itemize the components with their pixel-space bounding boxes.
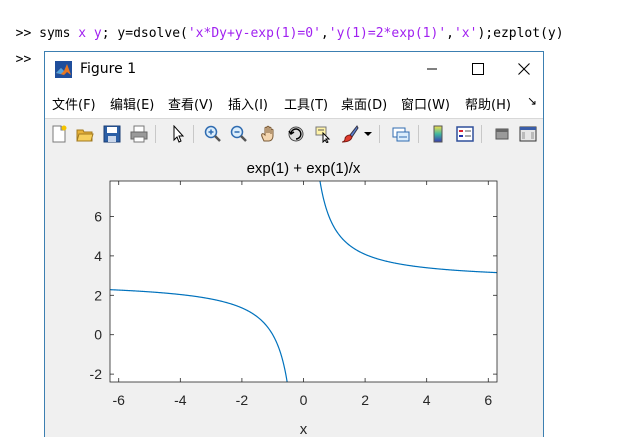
- close-icon: [518, 63, 530, 75]
- toolbar-separator: [481, 125, 482, 143]
- menu-window[interactable]: 窗口(W): [401, 94, 450, 113]
- y-tick-label: -2: [90, 366, 103, 382]
- menu-edit[interactable]: 编辑(E): [110, 94, 154, 113]
- command-line-2[interactable]: >>: [0, 33, 32, 69]
- print-icon[interactable]: [128, 123, 150, 145]
- figure-toolbar: [45, 118, 543, 150]
- x-tick-label: 0: [300, 392, 308, 408]
- zoom-out-icon[interactable]: [228, 123, 250, 145]
- command-line-1: >> syms x y; y=dsolve('x*Dy+y-exp(1)=0',…: [0, 7, 564, 43]
- x-axis-label: x: [300, 421, 308, 437]
- command-text: );ezplot(y): [477, 26, 564, 41]
- brush-dropdown-icon[interactable]: [363, 123, 373, 145]
- rotate-3d-icon[interactable]: [285, 123, 307, 145]
- chart-title: exp(1) + exp(1)/x: [247, 160, 361, 177]
- x-tick-label: -6: [112, 392, 125, 408]
- x-tick-label: 2: [361, 392, 369, 408]
- legend-icon[interactable]: [454, 123, 476, 145]
- prompt: >>: [15, 52, 32, 67]
- menu-insert[interactable]: 插入(I): [228, 94, 268, 113]
- pointer-icon[interactable]: [167, 123, 189, 145]
- new-figure-icon[interactable]: [48, 123, 70, 145]
- toolbar-separator: [418, 125, 419, 143]
- menu-file[interactable]: 文件(F): [52, 94, 96, 113]
- figure-titlebar[interactable]: Figure 1: [45, 52, 543, 86]
- command-text: ,: [320, 26, 329, 41]
- command-vars: x y: [78, 26, 102, 41]
- toolbar-separator: [155, 125, 156, 143]
- matlab-logo-icon: [55, 61, 72, 78]
- menu-help[interactable]: 帮助(H): [465, 94, 511, 113]
- minimize-button[interactable]: [409, 56, 455, 82]
- brush-icon[interactable]: [339, 123, 361, 145]
- plot-canvas[interactable]: -6 -4 -2 0 2 4 6 -2 0 2 4 6 exp(1) + exp(1)/x x: [45, 149, 543, 437]
- pan-icon[interactable]: [257, 123, 279, 145]
- y-tick-label: 0: [94, 327, 102, 343]
- close-button[interactable]: [501, 56, 547, 82]
- hide-plot-tools-icon[interactable]: [491, 123, 513, 145]
- x-tick-label: -2: [236, 392, 249, 408]
- y-tick-label: 2: [94, 287, 102, 303]
- command-text: ,: [446, 26, 454, 41]
- x-tick-label: -4: [174, 392, 187, 408]
- command-text: ; y=dsolve(: [101, 26, 188, 41]
- colorbar-icon[interactable]: [427, 123, 449, 145]
- menu-bar: 文件(F) 编辑(E) 查看(V) 插入(I) 工具(T) 桌面(D) 窗口(W…: [45, 90, 543, 113]
- figure-title: Figure 1: [80, 61, 137, 77]
- figure-window[interactable]: Figure 1 文件(F) 编辑(E) 查看(V) 插入(I) 工具(T) 桌…: [44, 51, 544, 437]
- zoom-in-icon[interactable]: [202, 123, 224, 145]
- show-plot-tools-icon[interactable]: [517, 123, 539, 145]
- menu-view[interactable]: 查看(V): [168, 94, 213, 113]
- maximize-button[interactable]: [455, 56, 501, 82]
- x-tick-label: 6: [484, 392, 492, 408]
- plot-area[interactable]: -6 -4 -2 0 2 4 6 -2 0 2 4 6 exp(1) + exp(1)/x x: [45, 149, 543, 437]
- command-string: 'y(1)=2*exp(1)': [328, 26, 447, 41]
- menu-desktop[interactable]: 桌面(D): [341, 94, 387, 113]
- y-tick-label: 4: [94, 248, 102, 264]
- maximize-icon: [472, 63, 484, 75]
- minimize-icon: [427, 68, 437, 70]
- data-cursor-icon[interactable]: [313, 123, 335, 145]
- x-tick-label: 4: [423, 392, 431, 408]
- y-tick-label: 6: [94, 208, 102, 224]
- menu-more-icon[interactable]: ↘: [527, 94, 537, 108]
- toolbar-separator: [193, 125, 194, 143]
- toolbar-separator: [379, 125, 380, 143]
- menu-tools[interactable]: 工具(T): [284, 94, 328, 113]
- command-text: syms: [31, 26, 79, 41]
- save-icon[interactable]: [101, 123, 123, 145]
- command-string: 'x*Dy+y-exp(1)=0': [187, 26, 321, 41]
- axes-background[interactable]: [110, 181, 497, 382]
- open-file-icon[interactable]: [74, 123, 96, 145]
- link-plot-icon[interactable]: [390, 123, 412, 145]
- command-string: 'x': [453, 26, 478, 41]
